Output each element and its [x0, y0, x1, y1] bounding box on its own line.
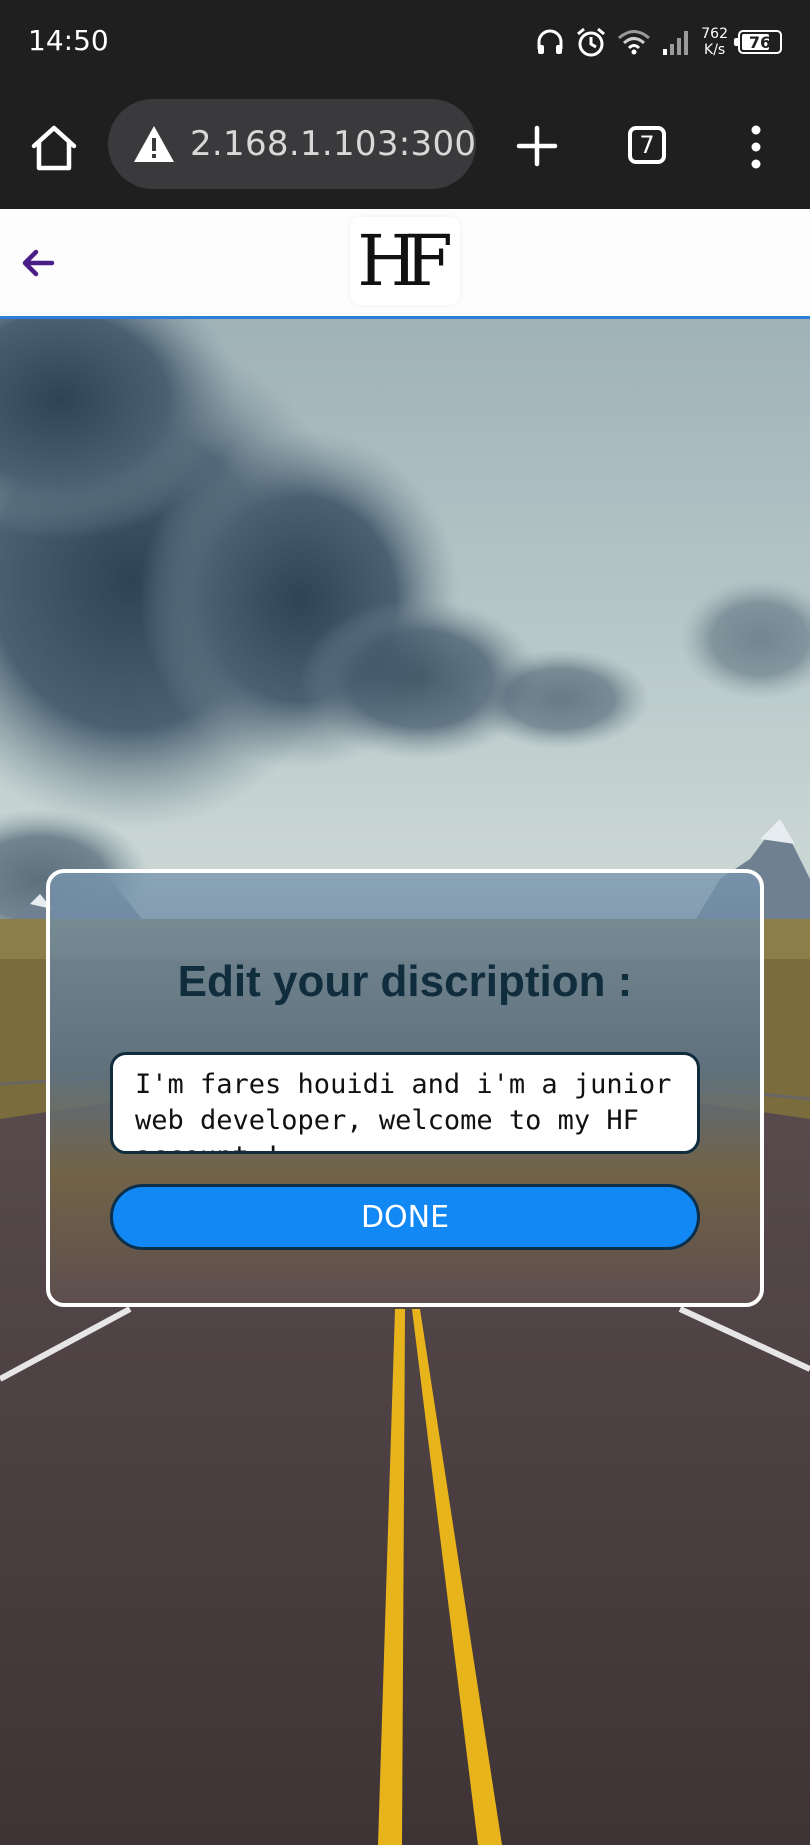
- wifi-icon: [618, 30, 651, 55]
- app-header: HF: [0, 209, 810, 319]
- status-time: 14:50: [28, 24, 109, 57]
- signal-icon: [663, 31, 689, 55]
- modal-title: Edit your discription :: [177, 957, 633, 1006]
- plus-icon[interactable]: [515, 124, 559, 168]
- network-speed: 762 K/s: [701, 26, 728, 58]
- edit-description-modal: Edit your discription : I'm fares houidi…: [46, 869, 764, 1307]
- status-bar: 14:50 762 K/s 76: [0, 0, 810, 84]
- url-text[interactable]: 2.168.1.103:3000: [190, 124, 476, 164]
- logo[interactable]: HF: [350, 217, 460, 305]
- headphones-icon: [537, 29, 563, 54]
- battery-level: 76: [748, 32, 772, 52]
- browser-toolbar: 2.168.1.103:3000 7: [0, 84, 810, 209]
- address-bar[interactable]: 2.168.1.103:3000: [108, 99, 476, 189]
- tab-count: 7: [639, 131, 655, 159]
- arrow-left-icon[interactable]: [18, 243, 58, 283]
- home-icon[interactable]: [28, 122, 80, 174]
- warning-icon[interactable]: [132, 124, 176, 164]
- logo-text: HF: [357, 220, 453, 302]
- menu-dots-icon[interactable]: [744, 124, 768, 170]
- alarm-icon: [577, 27, 606, 57]
- done-button[interactable]: DONE: [110, 1184, 700, 1250]
- network-speed-value: 762: [701, 26, 728, 42]
- tabs-icon[interactable]: 7: [628, 126, 666, 164]
- description-text[interactable]: I'm fares houidi and i'm a junior web de…: [135, 1067, 675, 1151]
- description-textarea[interactable]: I'm fares houidi and i'm a junior web de…: [110, 1052, 700, 1154]
- status-icons: 762 K/s 76: [535, 18, 782, 66]
- battery-icon: 76: [734, 30, 782, 54]
- network-speed-unit: K/s: [704, 42, 726, 58]
